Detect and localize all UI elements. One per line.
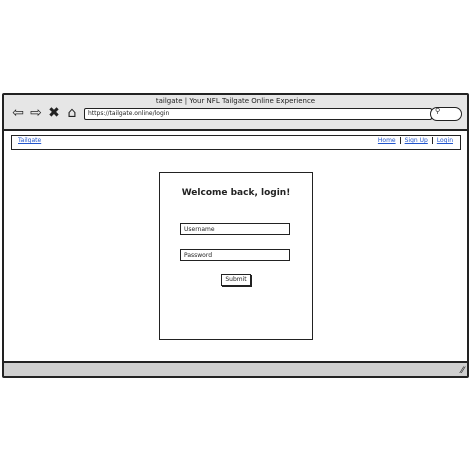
window-title: tailgate | Your NFL Tailgate Online Expe… bbox=[155, 97, 316, 105]
resize-grip-icon[interactable]: ⁄⁄ bbox=[461, 366, 464, 376]
back-arrow-icon[interactable]: ⇦ bbox=[11, 106, 25, 120]
status-bar: ⁄⁄ bbox=[4, 361, 467, 376]
login-card: Welcome back, login! Username Password S… bbox=[159, 172, 313, 340]
nav-controls: ⇦ ⇨ ✖ ⌂ bbox=[11, 106, 79, 120]
password-input[interactable]: Password bbox=[180, 249, 290, 261]
nav-links: Home Sign Up Login bbox=[374, 137, 457, 144]
brand-link[interactable]: Tailgate bbox=[18, 137, 41, 144]
nav-link-home[interactable]: Home bbox=[374, 137, 400, 144]
username-input[interactable]: Username bbox=[180, 223, 290, 235]
nav-link-signup[interactable]: Sign Up bbox=[399, 137, 432, 144]
home-icon[interactable]: ⌂ bbox=[65, 106, 79, 120]
search-icon: ⚲ bbox=[435, 107, 441, 115]
login-heading: Welcome back, login! bbox=[181, 188, 291, 198]
forward-arrow-icon[interactable]: ⇨ bbox=[29, 106, 43, 120]
browser-window: tailgate | Your NFL Tailgate Online Expe… bbox=[2, 93, 469, 378]
site-navbar: Tailgate Home Sign Up Login bbox=[11, 135, 461, 150]
submit-button[interactable]: Submit bbox=[221, 274, 251, 286]
title-bar: tailgate | Your NFL Tailgate Online Expe… bbox=[4, 95, 467, 131]
search-button[interactable]: ⚲ bbox=[430, 107, 462, 121]
address-bar[interactable]: https://tailgate.online/login bbox=[84, 108, 432, 120]
close-icon[interactable]: ✖ bbox=[47, 106, 61, 120]
nav-link-login[interactable]: Login bbox=[431, 137, 457, 144]
